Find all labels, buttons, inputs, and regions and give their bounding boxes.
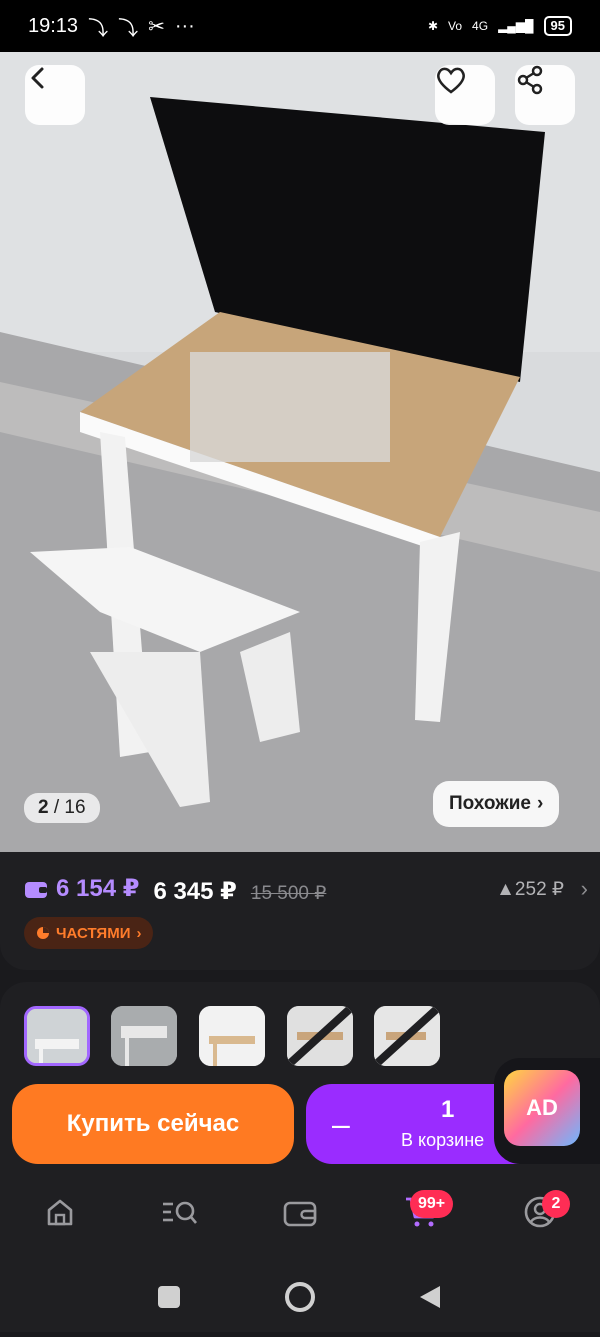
battery-indicator: 95 bbox=[543, 16, 572, 36]
bottom-tab-bar: 99+ 2 bbox=[0, 1172, 600, 1262]
thumbnail-2[interactable] bbox=[111, 1006, 177, 1066]
pie-icon bbox=[37, 927, 49, 939]
thumbnail-image bbox=[27, 1009, 87, 1063]
ad-label: AD bbox=[526, 1095, 558, 1120]
ad-floating-button[interactable]: AD bbox=[494, 1058, 600, 1164]
wallet-icon bbox=[283, 1201, 317, 1227]
volte-icon: Vo bbox=[448, 19, 463, 33]
image-counter-current: 2 bbox=[38, 797, 49, 818]
back-button[interactable] bbox=[25, 65, 85, 125]
status-time: 19:13 bbox=[28, 14, 79, 37]
image-counter-total: / 16 bbox=[53, 797, 86, 818]
more-notifications-icon: ··· bbox=[174, 14, 195, 37]
wallet-price-value: 6 154 ₽ bbox=[56, 875, 140, 902]
product-photo bbox=[0, 52, 600, 852]
similar-label: Похожие bbox=[449, 793, 531, 814]
chevron-left-icon bbox=[31, 67, 44, 89]
cart-badge: 99+ bbox=[410, 1190, 454, 1218]
thumbnail-image bbox=[374, 1006, 440, 1066]
price-change-value: ▲252 ₽ bbox=[496, 879, 564, 900]
catalog-search-icon bbox=[163, 1201, 197, 1224]
wallet-icon bbox=[25, 881, 47, 898]
thumbnail-1[interactable] bbox=[24, 1006, 90, 1066]
decrease-quantity-button[interactable]: – bbox=[332, 1106, 350, 1143]
tab-catalog[interactable] bbox=[160, 1192, 200, 1232]
chevron-right-icon: › bbox=[136, 924, 142, 942]
price-panel: 6 154 ₽ 6 345 ₽ 15 500 ₽ ▲252 ₽ › ЧАСТЯМ… bbox=[0, 852, 600, 970]
tab-home[interactable] bbox=[40, 1192, 80, 1232]
share-button[interactable] bbox=[515, 65, 575, 125]
buy-now-button[interactable]: Купить сейчас bbox=[12, 1084, 294, 1164]
cart-quantity: 1 bbox=[441, 1096, 455, 1123]
installments-label: ЧАСТЯМИ bbox=[56, 924, 131, 942]
similar-button[interactable]: Похожие › bbox=[433, 781, 560, 827]
missed-call-icon: ⤵ bbox=[88, 17, 109, 40]
share-icon bbox=[517, 65, 543, 95]
price-change[interactable]: ▲252 ₽ › bbox=[496, 876, 588, 901]
favorite-button[interactable] bbox=[435, 65, 495, 125]
missed-call-icon: ⤵ bbox=[118, 17, 139, 40]
status-bar: 19:13 ⤵ ⤵ ✂ ··· ✱ Vo 4G ▂▄▆█ 95 bbox=[0, 0, 600, 52]
product-image[interactable]: 2 / 16 Похожие › bbox=[0, 52, 600, 852]
profile-badge: 2 bbox=[542, 1190, 570, 1218]
thumbnail-4[interactable] bbox=[287, 1006, 353, 1066]
thumbnail-image bbox=[111, 1006, 177, 1066]
wallet-price: 6 154 ₽ bbox=[24, 874, 139, 903]
home-nav-icon bbox=[285, 1282, 315, 1312]
back-nav-icon bbox=[420, 1286, 440, 1308]
thumbnail-5[interactable] bbox=[374, 1006, 440, 1066]
thumbnail-image bbox=[199, 1006, 265, 1066]
tab-wallet[interactable] bbox=[280, 1192, 320, 1232]
system-nav-bar bbox=[0, 1262, 600, 1332]
thumbnail-3[interactable] bbox=[199, 1006, 265, 1066]
current-price: 6 345 ₽ bbox=[153, 877, 237, 905]
thumbnail-image bbox=[287, 1006, 353, 1066]
installments-badge[interactable]: ЧАСТЯМИ › bbox=[24, 917, 154, 949]
chevron-right-icon: › bbox=[536, 793, 544, 814]
buy-now-label: Купить сейчас bbox=[66, 1110, 240, 1137]
system-nav-icons bbox=[158, 1282, 440, 1312]
chevron-right-icon: › bbox=[580, 876, 588, 901]
home-icon bbox=[47, 1199, 73, 1226]
bluetooth-icon: ✱ bbox=[427, 19, 439, 33]
old-price: 15 500 ₽ bbox=[250, 882, 327, 904]
network-type: 4G bbox=[472, 19, 489, 33]
recents-icon bbox=[158, 1286, 180, 1308]
signal-icon: ▂▄▆█ bbox=[498, 19, 534, 33]
in-cart-label: В корзине bbox=[401, 1130, 485, 1150]
capcut-icon: ✂ bbox=[148, 15, 165, 38]
ad-icon: AD bbox=[504, 1070, 580, 1146]
heart-icon bbox=[437, 67, 465, 94]
image-counter: 2 / 16 bbox=[24, 793, 100, 823]
